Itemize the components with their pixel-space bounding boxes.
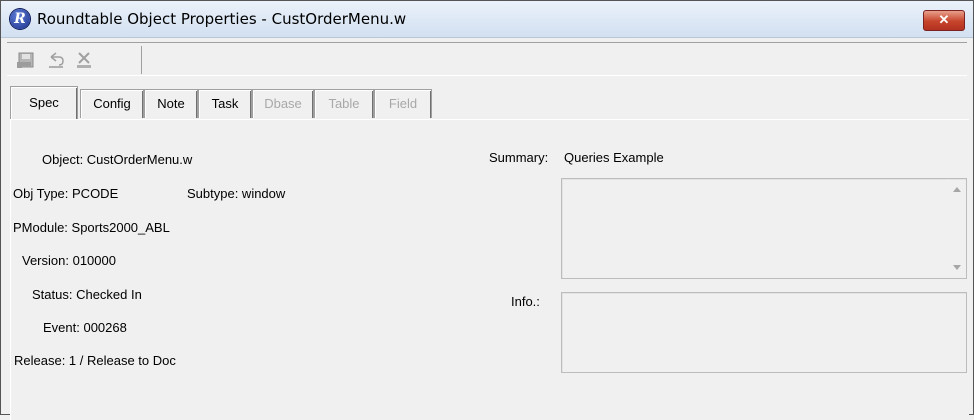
toolbar: [7, 42, 967, 76]
tab-spec[interactable]: Spec: [10, 86, 78, 119]
tab-task[interactable]: Task: [198, 89, 252, 118]
tab-dbase[interactable]: Dbase: [252, 89, 314, 118]
info-textarea[interactable]: [561, 292, 967, 373]
window-title: Roundtable Object Properties - CustOrder…: [37, 10, 407, 28]
title-bar: R Roundtable Object Properties - CustOrd…: [1, 1, 973, 38]
app-logo-icon: R: [10, 9, 30, 29]
status-field: Status: Checked In: [32, 287, 142, 302]
info-label: Info.:: [511, 294, 540, 309]
event-field: Event: 000268: [43, 320, 127, 335]
close-button[interactable]: ✕: [923, 10, 965, 31]
properties-window: R Roundtable Object Properties - CustOrd…: [0, 0, 974, 420]
save-button[interactable]: [15, 50, 37, 70]
save-icon: [17, 52, 34, 68]
delete-button[interactable]: [73, 50, 95, 70]
summary-scrollbar[interactable]: [948, 179, 966, 278]
tab-field[interactable]: Field: [374, 89, 432, 118]
summary-value: Queries Example: [564, 150, 664, 165]
tab-table[interactable]: Table: [314, 89, 374, 118]
pmodule-field: PModule: Sports2000_ABL: [13, 220, 170, 235]
subtype-field: Subtype: window: [187, 186, 286, 201]
undo-button[interactable]: [45, 50, 67, 70]
summary-label: Summary:: [489, 150, 549, 165]
undo-icon: [49, 52, 64, 68]
object-field: Object: CustOrderMenu.w: [42, 152, 193, 167]
tab-config[interactable]: Config: [80, 89, 144, 118]
scroll-up-icon[interactable]: [953, 187, 961, 192]
scroll-down-icon[interactable]: [953, 265, 961, 270]
version-field: Version: 010000: [22, 253, 116, 268]
spec-panel: Object: CustOrderMenu.w Obj Type: PCODE …: [10, 119, 969, 420]
obj-type-field: Obj Type: PCODE: [13, 186, 119, 201]
summary-textarea[interactable]: [561, 178, 967, 279]
release-field: Release: 1 / Release to Doc: [14, 353, 176, 368]
delete-icon: [77, 52, 91, 68]
tab-note[interactable]: Note: [144, 89, 198, 118]
